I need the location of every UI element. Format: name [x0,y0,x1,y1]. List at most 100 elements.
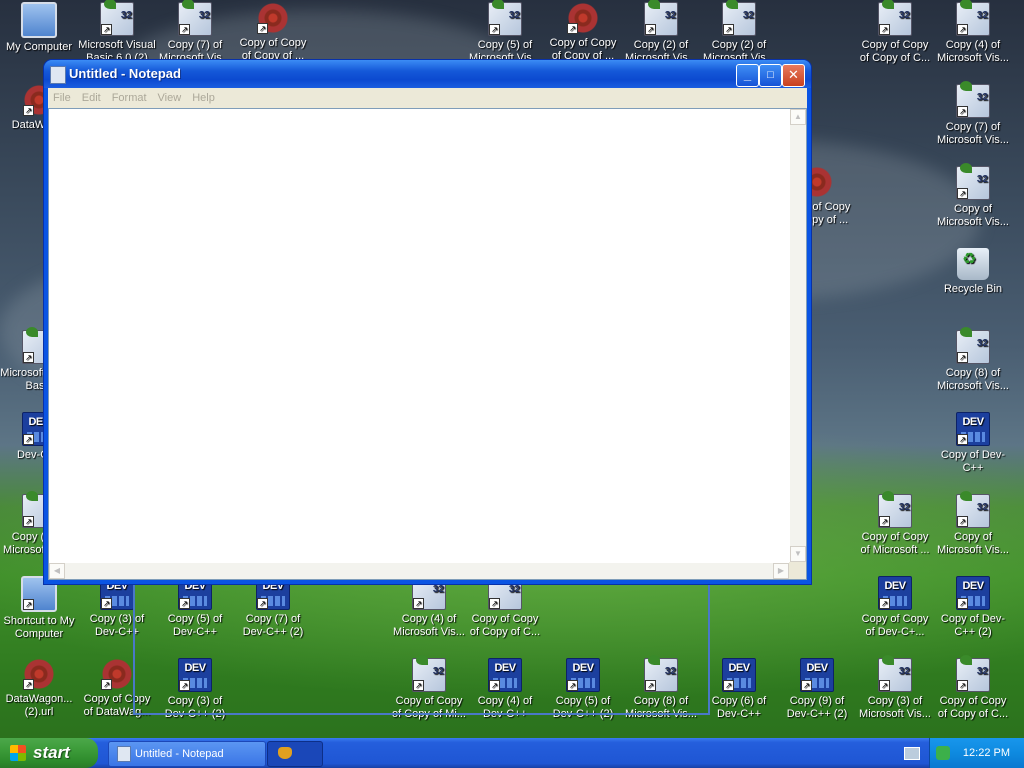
minimize-button[interactable]: _ [736,64,759,87]
desktop-icon[interactable]: ↗ Copy of Copy of Microsoft ... [856,491,934,557]
visual-basic-icon: ↗ [178,0,212,36]
desktop-icon[interactable]: ↗ Copy of Dev-C++ [934,412,1012,475]
taskbar-item-app[interactable] [267,741,323,767]
shortcut-arrow-icon: ↗ [645,24,656,35]
desktop-icon[interactable]: My Computer [0,2,78,54]
close-button[interactable]: ✕ [782,64,805,87]
start-label: start [33,743,70,762]
desktop-icon[interactable]: ↗Microsoft Visual Basic 6.0 (2) [78,0,156,65]
shortcut-arrow-icon: ↗ [23,352,34,363]
visual-basic-icon: ↗ [956,655,990,692]
shortcut-arrow-icon: ↗ [879,680,890,691]
dev-cpp-icon: ↗ [878,576,912,610]
desktop-icon[interactable]: ↗ Copy (9) of Dev-C++ (2) [778,658,856,721]
desktop-icon[interactable]: ↗ Shortcut to My Computer [0,576,78,641]
notepad-icon [117,746,131,762]
visual-basic-icon: ↗ [956,81,990,118]
shortcut-arrow-icon: ↗ [179,24,190,35]
dev-cpp-icon: ↗ [722,658,756,692]
desktop-icon[interactable]: ↗ Copy (8) of Microsoft Vis... [934,327,1012,393]
dev-cpp-icon: ↗ [956,576,990,610]
scroll-right-icon[interactable]: ▶ [773,563,789,579]
taskbar-item-label: Untitled - Notepad [135,748,224,760]
visual-basic-icon: ↗ [878,655,912,692]
shortcut-arrow-icon: ↗ [23,516,34,527]
shortcut-arrow-icon: ↗ [879,598,890,609]
start-button[interactable]: start [0,738,98,768]
horizontal-scrollbar[interactable]: ◀ ▶ [49,563,789,579]
desktop-icon-label: Copy of Dev-C++ [940,449,1006,474]
dev-cpp-icon: ↗ [956,412,990,446]
shortcut-arrow-icon: ↗ [489,24,500,35]
shortcut-arrow-icon: ↗ [957,352,968,363]
desktop-icon[interactable]: ↗ Copy of Dev-C++ (2) [934,576,1012,639]
system-tray: 12:22 PM [929,738,1024,768]
shortcut-arrow-icon: ↗ [879,516,890,527]
shortcut-arrow-icon: ↗ [801,680,812,691]
shortcut-arrow-icon: ↗ [957,24,968,35]
desktop-icon-label: Copy (4) of Microsoft Vis... [937,39,1009,64]
scroll-down-icon[interactable]: ▼ [790,546,806,562]
desktop-icon[interactable]: ↗ Copy of Copy of Copy of C... [856,0,934,65]
menu-format[interactable]: Format [107,88,153,104]
app-icon [278,747,292,759]
notepad-window[interactable]: Untitled - Notepad _ □ ✕ File Edit Format V… [44,60,811,584]
desktop-icon[interactable]: ↗ Copy (3) of Microsoft Vis... [856,655,934,721]
vertical-scrollbar[interactable]: ▲ ▼ [790,109,806,562]
desktop-icon[interactable]: ↗Copy (7) of Microsoft Vis... [156,0,234,65]
desktop-icon[interactable]: ↗Copy of Copy of Copy of ... [234,2,312,63]
menu-edit[interactable]: Edit [77,88,107,104]
menu-view[interactable]: View [153,88,188,104]
my-computer-icon [21,2,57,38]
desktop-icon[interactable]: ↗ Copy of Microsoft Vis... [934,491,1012,557]
size-grip[interactable] [789,562,806,579]
desktop-icon[interactable]: ↗ Copy (4) of Microsoft Vis... [934,0,1012,65]
shortcut-arrow-icon: ↗ [23,679,34,690]
desktop-icon-label: Copy of Copy of Copy of C... [859,39,931,64]
maximize-button[interactable]: □ [759,64,782,87]
desktop-icon[interactable]: Recycle Bin [934,248,1012,296]
recycle-bin-icon [957,248,989,280]
desktop-icon[interactable]: ↗Copy (2) of Microsoft Vis... [700,0,778,65]
scroll-left-icon[interactable]: ◀ [49,563,65,579]
desktop-icon-label: My Computer [5,41,73,53]
notepad-titlebar[interactable]: Untitled - Notepad _ □ ✕ [44,60,811,88]
desktop-icon[interactable]: ↗Copy (7) of Microsoft Vis... [934,81,1012,147]
desktop-icon-label: Copy of Copy of Copy of C... [937,695,1009,720]
clock[interactable]: 12:22 PM [963,738,1010,768]
menu-help[interactable]: Help [187,88,221,104]
desktop-icon[interactable]: ↗ Copy (6) of Dev-C++ [700,658,778,721]
shortcut-arrow-icon: ↗ [23,105,34,116]
desktop-icon[interactable]: ↗ Copy of Copy of Copy of C... [934,655,1012,721]
shortcut-arrow-icon: ↗ [957,680,968,691]
desktop-icon[interactable]: ↗ Copy of Copy of Dev-C+... [856,576,934,639]
visual-basic-icon: ↗ [488,0,522,36]
desktop-icon[interactable]: ↗Copy (5) of Microsoft Vis... [466,0,544,65]
taskbar-item-notepad[interactable]: Untitled - Notepad [108,741,266,767]
taskbar: start Untitled - Notepad 12:22 PM [0,738,1024,768]
visual-basic-icon: ↗ [722,0,756,36]
text-editor-area[interactable]: ▲ ▼ ◀ ▶ [48,108,807,580]
scroll-up-icon[interactable]: ▲ [790,109,806,125]
visual-basic-icon: ↗ [878,491,912,528]
shortcut-arrow-icon: ↗ [723,680,734,691]
shortcut-arrow-icon: ↗ [957,106,968,117]
shortcut-arrow-icon: ↗ [567,23,578,34]
desktop-icon[interactable]: ↗Copy of Copy of Copy of ... [544,2,622,63]
desktop-icon[interactable]: ↗ DataWagon... (2).url [0,658,78,719]
visual-basic-icon: ↗ [956,0,990,36]
shortcut-arrow-icon: ↗ [879,24,890,35]
visual-basic-icon: ↗ [878,0,912,36]
shortcut-arrow-icon: ↗ [23,434,34,445]
network-icon[interactable] [936,746,950,760]
shortcut-arrow-icon: ↗ [723,24,734,35]
keyboard-icon[interactable] [904,747,920,760]
desktop-icon[interactable]: ↗Copy (2) of Microsoft Vis... [622,0,700,65]
notepad-icon [50,66,66,84]
desktop-icon-label: Copy (8) of Microsoft Vis... [937,367,1009,392]
desktop-icon[interactable]: ↗ Copy of Microsoft Vis... [934,163,1012,229]
visual-basic-icon: ↗ [956,327,990,364]
menu-file[interactable]: File [48,88,77,104]
datawagon-icon: ↗ [101,658,133,690]
desktop-icon-label: DataWagon... (2).url [5,693,73,718]
